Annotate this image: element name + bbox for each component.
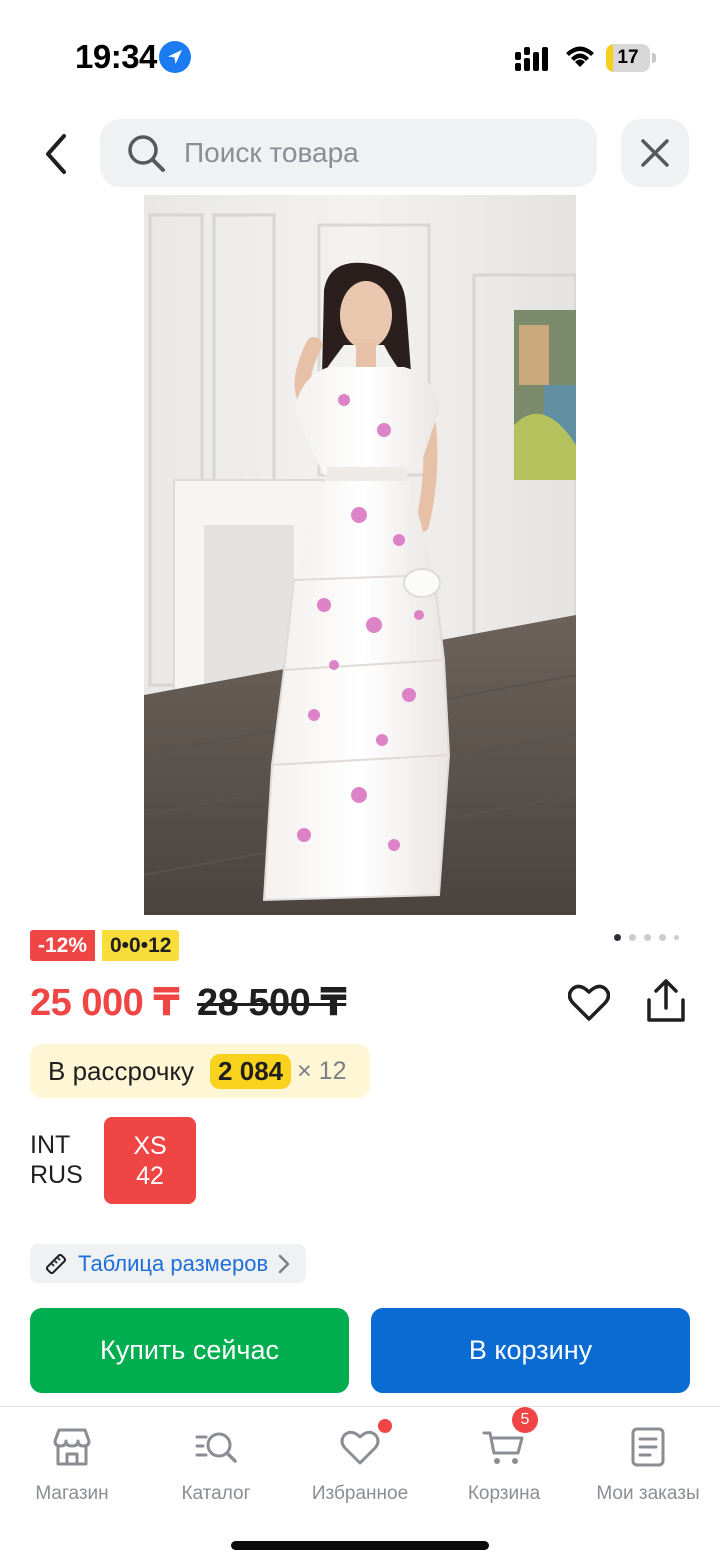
nav-label-catalog: Каталог: [181, 1483, 251, 1504]
size-value-int: XS: [133, 1131, 167, 1160]
product-image[interactable]: [144, 195, 576, 915]
nav-item-catalog[interactable]: Каталог: [144, 1425, 288, 1515]
gallery-dot[interactable]: [629, 934, 636, 941]
search-box[interactable]: [100, 119, 597, 187]
battery-icon: 17: [606, 44, 656, 72]
installment-label: В рассрочку: [48, 1055, 195, 1086]
nav-item-orders[interactable]: Мои заказы: [576, 1425, 720, 1515]
nav-item-cart[interactable]: 5 Корзина: [432, 1407, 576, 1515]
price-current: 25 000 ₸: [30, 982, 180, 1024]
chevron-right-icon: [278, 1254, 290, 1273]
installment-months: × 12: [297, 1056, 347, 1085]
close-button[interactable]: [621, 119, 689, 187]
size-system-int: INT: [30, 1131, 71, 1159]
size-system-labels: INT RUS: [30, 1130, 83, 1190]
ruler-icon: [45, 1253, 67, 1274]
size-option-xs[interactable]: XS 42: [104, 1117, 196, 1204]
installment-amount: 2 084: [210, 1053, 292, 1089]
chevron-left-icon: [46, 134, 66, 174]
share-button[interactable]: [642, 976, 690, 1026]
favorites-notification-dot: [378, 1419, 392, 1433]
gallery-dot[interactable]: [659, 934, 666, 941]
gallery-pagination: [614, 934, 679, 941]
search-icon: [128, 135, 165, 172]
discount-badge: -12%: [30, 930, 96, 961]
search-input[interactable]: [184, 137, 564, 169]
share-icon: [647, 979, 685, 1022]
nav-label-shop: Магазин: [35, 1483, 109, 1504]
size-table-link[interactable]: Таблица размеров: [30, 1244, 307, 1283]
gallery-dot[interactable]: [644, 934, 651, 941]
home-indicator: [231, 1541, 489, 1550]
catalog-search-icon: [195, 1432, 237, 1463]
cellular-signal-icon: [515, 47, 548, 71]
nav-label-favorites: Избранное: [311, 1483, 409, 1504]
location-arrow-icon: [159, 41, 191, 73]
nav-label-orders: Мои заказы: [596, 1483, 700, 1504]
wifi-icon: [566, 46, 594, 67]
size-system-rus: RUS: [30, 1161, 83, 1189]
price-old: 28 500 ₸: [197, 982, 347, 1024]
installment-option[interactable]: В рассрочку 2 084 × 12: [30, 1044, 370, 1098]
size-value-rus: 42: [136, 1161, 164, 1190]
battery-percent: 17: [617, 47, 639, 68]
status-time: 19:34: [75, 38, 157, 75]
nav-label-cart: Корзина: [467, 1483, 541, 1504]
close-icon: [641, 139, 669, 167]
heart-icon: [568, 984, 610, 1021]
shop-icon: [53, 1428, 91, 1466]
buy-now-button[interactable]: Купить сейчас: [30, 1308, 349, 1393]
nav-item-shop[interactable]: Магазин: [0, 1425, 144, 1515]
orders-icon: [631, 1427, 665, 1467]
heart-icon: [338, 1419, 392, 1469]
back-button[interactable]: [28, 124, 84, 184]
gallery-dot[interactable]: [614, 934, 621, 941]
add-to-cart-button[interactable]: В корзину: [371, 1308, 690, 1393]
gallery-dot[interactable]: [674, 935, 679, 940]
installment-badge: 0•0•12: [102, 930, 180, 961]
cart-count-badge: 5: [512, 1407, 538, 1433]
cart-icon: 5: [482, 1407, 538, 1469]
dress-photo-illustration: [144, 195, 576, 915]
favorite-button[interactable]: [566, 980, 612, 1026]
size-table-label: Таблица размеров: [78, 1250, 269, 1276]
status-bar: 19:34 17: [0, 0, 720, 110]
nav-item-favorites[interactable]: Избранное: [288, 1419, 432, 1515]
